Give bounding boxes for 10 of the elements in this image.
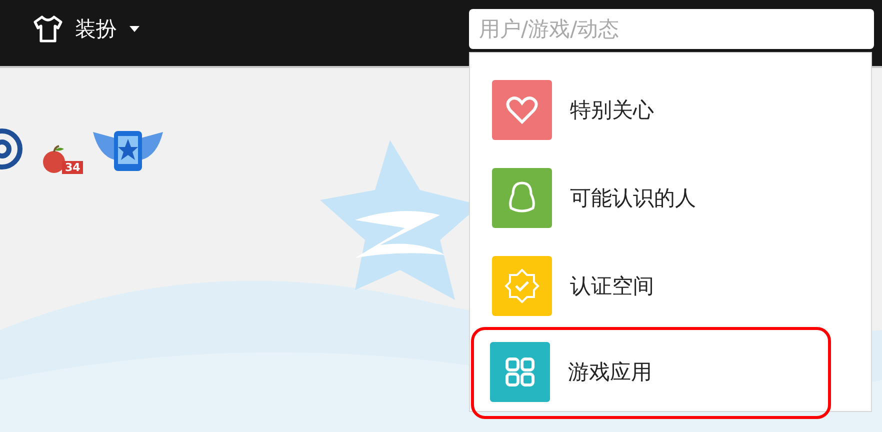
menu-item[interactable]: 认证空间 <box>490 254 656 318</box>
menu-item[interactable]: 特别关心 <box>490 78 656 142</box>
menu-item[interactable]: 可能认识的人 <box>490 166 698 230</box>
search-field[interactable]: 用户/游戏/动态 <box>469 9 874 49</box>
shirt-icon <box>33 15 63 43</box>
winged-star-badge-icon <box>93 128 164 174</box>
dress-up-menu-button[interactable]: 装扮 <box>33 15 140 43</box>
caret-icon <box>129 26 140 32</box>
apple-count: 34 <box>62 161 84 174</box>
menu-item[interactable]: 游戏应用 <box>471 327 831 419</box>
